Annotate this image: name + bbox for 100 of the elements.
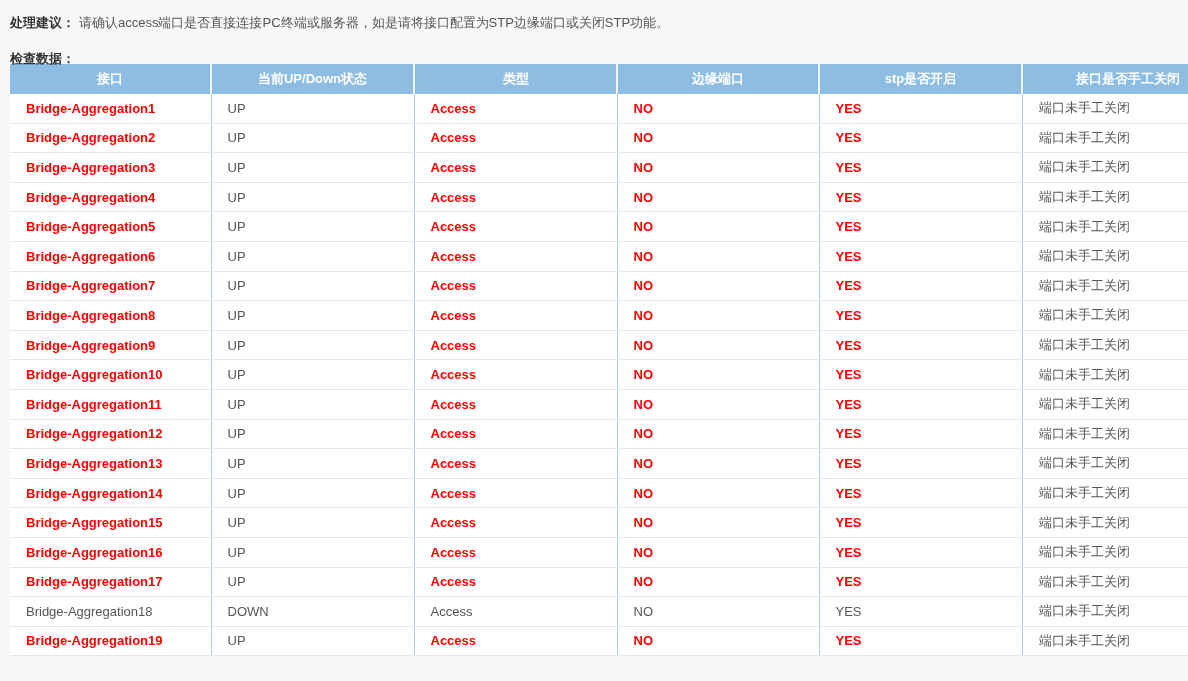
table-cell: NO [617, 389, 819, 420]
table-cell: 端口未手工关闭 [1022, 448, 1188, 479]
table-cell: NO [617, 123, 819, 153]
table-cell: Bridge-Aggregation17 [10, 567, 211, 597]
table-cell: Bridge-Aggregation16 [10, 537, 211, 567]
table-cell: 端口未手工关闭 [1022, 330, 1188, 360]
table-cell: Access [414, 389, 617, 420]
table-cell: NO [617, 567, 819, 597]
column-header: 类型 [414, 64, 617, 94]
table-cell: NO [617, 152, 819, 183]
table-cell: Access [414, 448, 617, 479]
table-cell: YES [819, 123, 1022, 153]
table-cell: Access [414, 537, 617, 567]
table-cell: Bridge-Aggregation6 [10, 241, 211, 272]
table-cell: 端口未手工关闭 [1022, 94, 1188, 124]
table-cell: Access [414, 626, 617, 656]
table-cell: YES [819, 626, 1022, 656]
table-cell: Bridge-Aggregation15 [10, 507, 211, 538]
table-cell: Access [414, 567, 617, 597]
table-cell: YES [819, 419, 1022, 449]
table-cell: Bridge-Aggregation11 [10, 389, 211, 420]
table-cell: Access [414, 300, 617, 331]
table-cell: Access [414, 478, 617, 508]
table-cell: Bridge-Aggregation5 [10, 211, 211, 242]
table-cell: YES [819, 271, 1022, 301]
table-cell: NO [617, 478, 819, 508]
table-cell: Bridge-Aggregation3 [10, 152, 211, 183]
table-cell: Access [414, 152, 617, 183]
table-cell: Bridge-Aggregation12 [10, 419, 211, 449]
table-cell: 端口未手工关闭 [1022, 507, 1188, 538]
table-cell: UP [211, 330, 414, 360]
table-cell: NO [617, 596, 819, 627]
table-cell: Access [414, 419, 617, 449]
table-cell: Bridge-Aggregation2 [10, 123, 211, 153]
table-cell: 端口未手工关闭 [1022, 359, 1188, 390]
table-cell: Bridge-Aggregation9 [10, 330, 211, 360]
table-cell: YES [819, 94, 1022, 124]
table-cell: Bridge-Aggregation14 [10, 478, 211, 508]
table-cell: Bridge-Aggregation13 [10, 448, 211, 479]
table-cell: 端口未手工关闭 [1022, 123, 1188, 153]
table-cell: NO [617, 241, 819, 272]
table-cell: 端口未手工关闭 [1022, 567, 1188, 597]
table-cell: Bridge-Aggregation19 [10, 626, 211, 656]
suggestion-text: 请确认access端口是否直接连接PC终端或服务器，如是请将接口配置为STP边缘端口或关闭STP功能。 [79, 14, 670, 32]
table-cell: Bridge-Aggregation18 [10, 596, 211, 627]
table-cell: UP [211, 94, 414, 124]
table-cell: UP [211, 567, 414, 597]
suggestion-label: 处理建议： [10, 14, 75, 32]
table-cell: Bridge-Aggregation8 [10, 300, 211, 331]
table-cell: Access [414, 211, 617, 242]
table-cell: YES [819, 448, 1022, 479]
table-cell: Access [414, 507, 617, 538]
table-cell: YES [819, 152, 1022, 183]
table-cell: YES [819, 567, 1022, 597]
table-cell: NO [617, 211, 819, 242]
table-cell: UP [211, 537, 414, 567]
table-cell: 端口未手工关闭 [1022, 300, 1188, 331]
table-cell: 端口未手工关闭 [1022, 152, 1188, 183]
column-header: stp是否开启 [819, 64, 1022, 94]
table-cell: 端口未手工关闭 [1022, 537, 1188, 567]
table-cell: NO [617, 330, 819, 360]
table-cell: NO [617, 507, 819, 538]
table-cell: UP [211, 478, 414, 508]
table-cell: UP [211, 300, 414, 331]
table-cell: UP [211, 448, 414, 479]
table-cell: NO [617, 537, 819, 567]
table-cell: YES [819, 211, 1022, 242]
table-cell: 端口未手工关闭 [1022, 241, 1188, 272]
table-cell: UP [211, 182, 414, 212]
table-cell: NO [617, 300, 819, 331]
table-cell: NO [617, 626, 819, 656]
table-cell: YES [819, 182, 1022, 212]
table-cell: UP [211, 123, 414, 153]
table-cell: Access [414, 241, 617, 272]
table-cell: YES [819, 478, 1022, 508]
table-cell: 端口未手工关闭 [1022, 478, 1188, 508]
table-cell: Bridge-Aggregation1 [10, 94, 211, 124]
table-cell: UP [211, 389, 414, 420]
table-cell: 端口未手工关闭 [1022, 389, 1188, 420]
table-cell: YES [819, 241, 1022, 272]
table-cell: UP [211, 152, 414, 183]
table-cell: UP [211, 626, 414, 656]
column-header: 当前UP/Down状态 [211, 64, 414, 94]
table-cell: Access [414, 271, 617, 301]
table-cell: UP [211, 507, 414, 538]
table-cell: YES [819, 300, 1022, 331]
table-cell: Bridge-Aggregation4 [10, 182, 211, 212]
table-cell: NO [617, 448, 819, 479]
table-cell: YES [819, 330, 1022, 360]
table-cell: UP [211, 271, 414, 301]
table-cell: UP [211, 359, 414, 390]
table-cell: Access [414, 94, 617, 124]
table-cell: Access [414, 596, 617, 627]
table-cell: Bridge-Aggregation10 [10, 359, 211, 390]
table-cell: 端口未手工关闭 [1022, 596, 1188, 627]
table-cell: YES [819, 507, 1022, 538]
table-cell: NO [617, 182, 819, 212]
table-cell: DOWN [211, 596, 414, 627]
column-header: 接口 [10, 64, 211, 94]
table-cell: 端口未手工关闭 [1022, 182, 1188, 212]
